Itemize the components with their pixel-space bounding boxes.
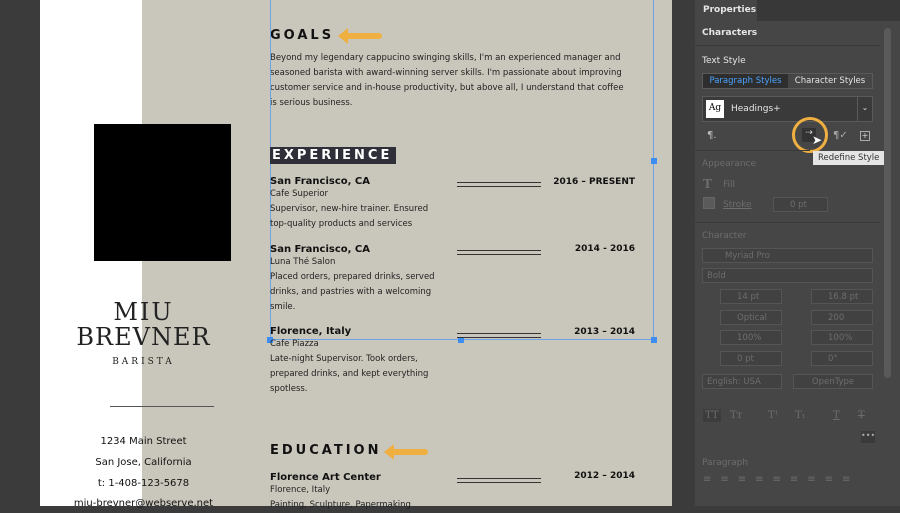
job-2: San Francisco, CA Luna Thé Salon Placed …	[270, 244, 435, 312]
properties-panel: Properties Characters Text Style Paragra…	[695, 0, 900, 506]
job-3: Florence, Italy Cafe Piazza Late-night S…	[270, 326, 429, 394]
tracking-field[interactable]: 200	[811, 310, 873, 325]
font-family-field[interactable]: Myriad Pro	[702, 248, 873, 263]
paragraph-label: Paragraph	[702, 458, 749, 468]
address: 1234 Main Street	[100, 436, 187, 447]
style-preview: Ag	[706, 100, 724, 118]
opentype-button[interactable]: OpenType	[793, 374, 873, 389]
arrow-icon	[384, 444, 428, 460]
education-dates: 2012 – 2014	[574, 471, 635, 481]
style-name: Headings+	[731, 104, 781, 114]
language-dropdown[interactable]: English: USA	[702, 374, 782, 389]
fill-label[interactable]: Fill	[723, 180, 735, 190]
rotation-field[interactable]: 0°	[811, 351, 873, 366]
stroke-swatch-icon[interactable]	[703, 197, 715, 209]
stroke-weight-field[interactable]: 0 pt	[773, 197, 828, 212]
highlight-circle	[792, 117, 828, 153]
education-heading: EDUCATION	[270, 443, 382, 458]
name-line1: MIU	[113, 298, 174, 326]
kerning-field[interactable]: Optical	[720, 310, 782, 325]
resize-handle[interactable]	[651, 158, 657, 164]
vertical-scale-field[interactable]: 100%	[720, 330, 782, 345]
education-entry: Florence Art Center Florence, Italy Pain…	[270, 472, 411, 510]
stroke-label[interactable]: Stroke	[723, 200, 752, 210]
job-dates: 2016 – PRESENT	[553, 177, 635, 187]
role: BARISTA	[112, 357, 175, 367]
new-style-icon[interactable]: +	[860, 131, 870, 141]
resize-handle[interactable]	[651, 337, 657, 343]
job-1: San Francisco, CA Cafe Superior Supervis…	[270, 176, 429, 229]
section-title: Characters	[702, 28, 758, 38]
fill-icon: T	[703, 177, 712, 191]
city: San Jose, California	[95, 457, 192, 468]
text-style-label: Text Style	[702, 56, 746, 66]
divider	[110, 406, 214, 407]
photo-placeholder[interactable]	[94, 124, 231, 261]
baseline-shift-field[interactable]: 0 pt	[720, 351, 782, 366]
email: miu-brevner@webserve.net	[73, 498, 214, 509]
paragraph-mark-icon[interactable]: ¶.	[707, 130, 717, 141]
font-style-field[interactable]: Bold	[702, 268, 873, 283]
superscript-icon[interactable]: T¹	[768, 410, 779, 421]
character-label: Character	[702, 231, 747, 241]
horizontal-scale-field[interactable]: 100%	[811, 330, 873, 345]
leading-field[interactable]: 16.8 pt	[811, 289, 873, 304]
subscript-icon[interactable]: T₁	[795, 410, 806, 421]
clear-overrides-icon[interactable]: ¶✓	[833, 130, 848, 141]
underline-icon[interactable]: T	[833, 410, 840, 421]
cursor-icon: ➤	[812, 133, 823, 147]
tab-paragraph-styles[interactable]: Paragraph Styles	[703, 74, 788, 88]
alignment-icons[interactable]: ≡≡≡≡≡≡≡≡≡	[703, 474, 859, 485]
tab-character-styles[interactable]: Character Styles	[788, 74, 872, 88]
tab-properties[interactable]: Properties	[695, 0, 757, 21]
font-size-field[interactable]: 14 pt	[720, 289, 782, 304]
chevron-down-icon[interactable]: ⌄	[857, 97, 872, 121]
job-dates: 2014 - 2016	[574, 244, 635, 254]
experience-heading: EXPERIENCE	[270, 147, 397, 164]
all-caps-icon[interactable]: TT	[703, 409, 721, 422]
appearance-label: Appearance	[702, 159, 757, 169]
phone: t: 1-408-123-5678	[97, 478, 190, 489]
style-dropdown[interactable]: Ag Headings+ ⌄	[702, 96, 873, 122]
tooltip: Redefine Style	[813, 151, 885, 165]
strikethrough-icon[interactable]: T	[858, 410, 865, 421]
panel-scrollbar[interactable]	[884, 28, 891, 378]
name-line2: BREVNER	[76, 323, 211, 351]
small-caps-icon[interactable]: Tт	[730, 410, 742, 421]
job-dates: 2013 – 2014	[574, 327, 635, 337]
more-options-icon[interactable]: •••	[861, 431, 875, 443]
